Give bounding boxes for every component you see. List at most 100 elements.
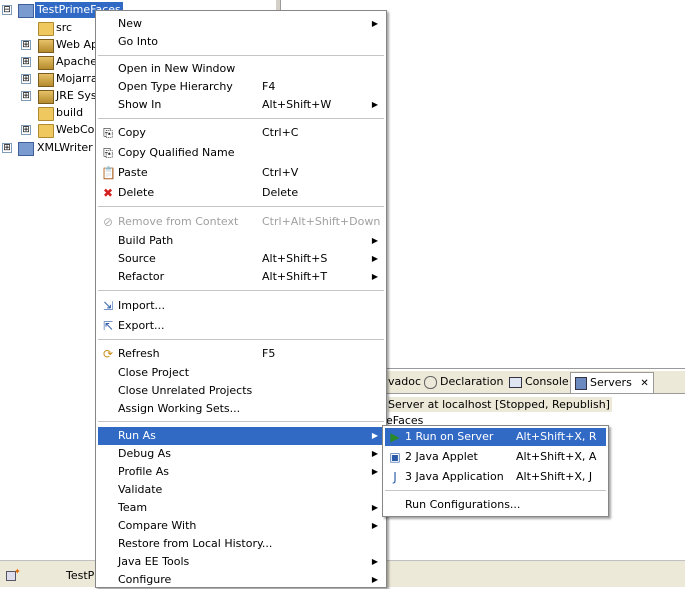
submenu-arrow-icon: ▶ (371, 575, 378, 584)
menu-item-copy[interactable]: ⎘ Copy Ctrl+C (98, 124, 384, 142)
tab-servers[interactable]: Servers ✕ (570, 372, 654, 393)
menu-item-refresh[interactable]: ⟳ Refresh F5 (98, 345, 384, 363)
menu-accelerator: Alt+Shift+X, A (516, 450, 597, 463)
menu-item-remove-from-context[interactable]: ⊘ Remove from Context Ctrl+Alt+Shift+Down (98, 213, 384, 231)
menu-accelerator: F4 (262, 80, 276, 93)
menu-label: Export... (118, 319, 165, 332)
run-as-submenu: ▶ 1 Run on Server Alt+Shift+X, R ▣ 2 Java A… (382, 425, 609, 517)
menu-item-assign-working-sets[interactable]: Assign Working Sets... (98, 400, 384, 418)
menu-item-new[interactable]: New ▶ (98, 15, 384, 33)
menu-item-team[interactable]: Team ▶ (98, 499, 384, 517)
menu-separator (98, 290, 384, 291)
menu-item-close-unrelated-projects[interactable]: Close Unrelated Projects (98, 382, 384, 400)
menu-label: Profile As (118, 465, 169, 478)
menu-item-go-into[interactable]: Go Into (98, 33, 384, 51)
menu-label: Remove from Context (118, 215, 239, 228)
expand-icon[interactable]: ⊞ (21, 91, 31, 101)
menu-item-open-in-new-window[interactable]: Open in New Window (98, 60, 384, 78)
close-icon[interactable]: ✕ (640, 378, 648, 389)
menu-item-paste[interactable]: 📋 Paste Ctrl+V (98, 164, 384, 182)
menu-label: Validate (118, 483, 163, 496)
menu-label: 2 Java Applet (405, 450, 478, 463)
tab-declaration[interactable]: Declaration (420, 372, 507, 392)
menu-label: Build Path (118, 234, 174, 247)
menu-item-refactor[interactable]: Refactor Alt+Shift+T ▶ (98, 268, 384, 286)
menu-item-validate[interactable]: Validate (98, 481, 384, 499)
expand-icon[interactable]: ⊞ (21, 125, 31, 135)
menu-item-close-project[interactable]: Close Project (98, 364, 384, 382)
server-label: Server at localhost [Stopped, Republish] (388, 398, 610, 411)
tree-item-label: src (56, 21, 73, 34)
menu-label: Copy (118, 126, 146, 139)
submenu-arrow-icon: ▶ (371, 503, 378, 512)
menu-item-run-as[interactable]: Run As ▶ (98, 427, 384, 445)
tree-item-label: build (56, 106, 84, 119)
menu-label: Delete (118, 186, 155, 199)
menu-label: Run Configurations... (405, 498, 521, 511)
folder-icon (38, 124, 54, 138)
context-menu: New ▶ Go Into Open in New Window Open Typ… (95, 10, 387, 588)
menu-separator (98, 118, 384, 119)
folder-icon (38, 107, 54, 121)
menu-item-delete[interactable]: ✖ Delete Delete (98, 184, 384, 202)
menu-label: Paste (118, 166, 148, 179)
tab-console[interactable]: Console (505, 372, 573, 392)
menu-item-java-applet[interactable]: ▣ 2 Java Applet Alt+Shift+X, A (385, 448, 606, 466)
menu-item-run-on-server[interactable]: ▶ 1 Run on Server Alt+Shift+X, R (385, 428, 606, 446)
fast-view-icon[interactable]: ✦ (6, 567, 21, 581)
collapse-icon[interactable]: ⊟ (2, 5, 12, 15)
menu-item-compare-with[interactable]: Compare With ▶ (98, 517, 384, 535)
menu-label: Import... (118, 299, 165, 312)
menu-item-java-ee-tools[interactable]: Java EE Tools ▶ (98, 553, 384, 571)
expand-icon[interactable]: ⊞ (2, 143, 12, 153)
menu-item-restore-from-local-history[interactable]: Restore from Local History... (98, 535, 384, 553)
tab-javadoc[interactable]: vadoc (384, 372, 425, 392)
menu-accelerator: Delete (262, 186, 299, 199)
menu-accelerator: Alt+Shift+S (262, 252, 328, 265)
menu-label: Assign Working Sets... (118, 402, 241, 415)
menu-accelerator: Ctrl+Alt+Shift+Down (262, 215, 381, 228)
menu-item-profile-as[interactable]: Profile As ▶ (98, 463, 384, 481)
copy-icon: ⎘ (103, 126, 113, 140)
copy-qualified-icon: ⎘ (103, 146, 113, 160)
submenu-arrow-icon: ▶ (371, 236, 378, 245)
expand-icon[interactable]: ⊞ (21, 74, 31, 84)
menu-label: New (118, 17, 142, 30)
menu-item-import[interactable]: ⇲ Import... (98, 297, 384, 315)
menu-item-export[interactable]: ⇱ Export... (98, 317, 384, 335)
menu-item-run-configurations[interactable]: Run Configurations... (385, 496, 606, 514)
menu-label: Open in New Window (118, 62, 236, 75)
menu-accelerator: Ctrl+V (262, 166, 299, 179)
tree-item-label: JRE Sys (56, 89, 97, 102)
menu-item-copy-qualified-name[interactable]: ⎘ Copy Qualified Name (98, 144, 384, 162)
submenu-arrow-icon: ▶ (371, 272, 378, 281)
export-icon: ⇱ (102, 319, 114, 333)
declaration-icon (424, 375, 437, 389)
menu-item-configure[interactable]: Configure ▶ (98, 571, 384, 589)
menu-item-debug-as[interactable]: Debug As ▶ (98, 445, 384, 463)
menu-label: Restore from Local History... (118, 537, 273, 550)
menu-item-build-path[interactable]: Build Path ▶ (98, 232, 384, 250)
library-icon (38, 73, 54, 87)
menu-label: Close Project (118, 366, 190, 379)
menu-separator (385, 490, 606, 491)
expand-icon[interactable]: ⊞ (21, 40, 31, 50)
menu-accelerator: F5 (262, 347, 276, 360)
tab-label: Servers (590, 376, 632, 389)
menu-label: Java EE Tools (118, 555, 190, 568)
tab-label: Console (525, 375, 569, 388)
menu-label: Open Type Hierarchy (118, 80, 233, 93)
menu-item-java-application[interactable]: J 3 Java Application Alt+Shift+X, J (385, 468, 606, 486)
menu-label: Refresh (118, 347, 160, 360)
menu-item-show-in[interactable]: Show In Alt+Shift+W ▶ (98, 96, 384, 114)
tree-item-label: Mojarra (56, 72, 98, 85)
menu-label: Refactor (118, 270, 165, 283)
menu-separator (98, 421, 384, 422)
menu-item-source[interactable]: Source Alt+Shift+S ▶ (98, 250, 384, 268)
submenu-arrow-icon: ▶ (371, 254, 378, 263)
menu-label: 3 Java Application (405, 470, 504, 483)
menu-item-open-type-hierarchy[interactable]: Open Type Hierarchy F4 (98, 78, 384, 96)
remove-context-icon: ⊘ (102, 215, 114, 229)
server-row[interactable]: Server at localhost [Stopped, Republish] (388, 397, 612, 412)
expand-icon[interactable]: ⊞ (21, 57, 31, 67)
